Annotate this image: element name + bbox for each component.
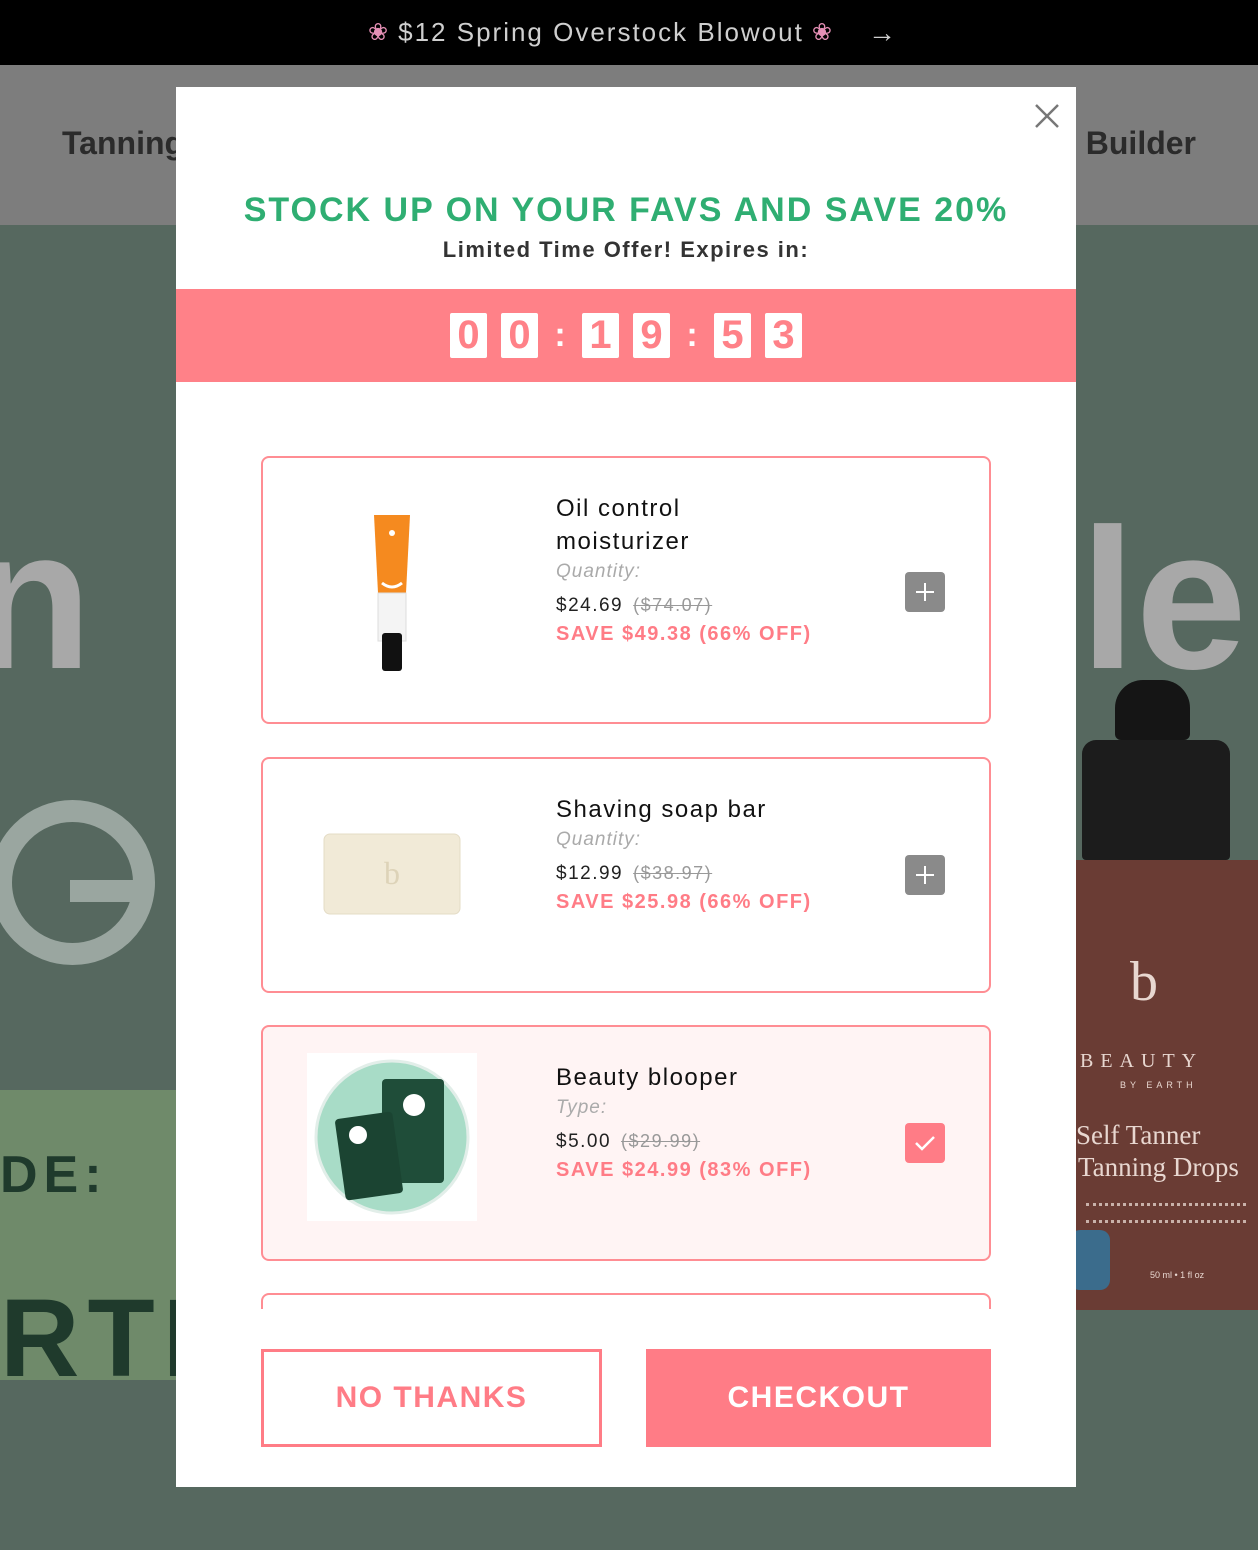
product-original-price: ($29.99) [621, 1131, 701, 1151]
product-original-price: ($74.07) [633, 595, 713, 615]
close-button[interactable] [1032, 101, 1062, 131]
product-savings: SAVE $25.98 (66% OFF) [556, 891, 812, 913]
product-name: Oil control moisturizer [556, 495, 690, 555]
timer-digit-minutes-tens: 1 [582, 313, 619, 358]
product-price: $12.99 [556, 863, 624, 884]
product-price-row: $24.69 ($74.07) [556, 595, 816, 617]
moisturizer-tube-icon [374, 515, 410, 671]
svg-text:b: b [384, 855, 400, 891]
product-price-row: $12.99 ($38.97) [556, 863, 816, 885]
timer-digit-seconds-tens: 5 [714, 313, 751, 358]
product-image-soap-bar: b [307, 799, 477, 949]
nav-item-tanning[interactable]: Tanning [62, 125, 184, 162]
modal-subhead: Limited Time Offer! Expires in: [442, 237, 810, 262]
no-thanks-button[interactable]: NO THANKS [261, 1349, 602, 1447]
product-image-beauty-blooper [307, 1053, 477, 1221]
product-image-moisturizer [307, 488, 477, 698]
hero-text-rti: RTI [0, 1277, 202, 1400]
timer-digit-minutes-ones: 9 [633, 313, 670, 358]
product-savings: SAVE $49.38 (66% OFF) [556, 623, 812, 645]
modal-headline: STOCK UP ON YOUR FAVS AND SAVE 20% [243, 191, 1009, 229]
timer-digit-seconds-ones: 3 [765, 313, 802, 358]
selected-product-checkbox[interactable] [905, 1123, 945, 1163]
product-type-label: Type: [556, 1097, 608, 1118]
checkout-button[interactable]: CHECKOUT [646, 1349, 991, 1447]
bottle-brand: BEAUTY [1080, 1050, 1204, 1072]
bottle-brand-sub: BY EARTH [1120, 1080, 1197, 1090]
bottle-badge [1070, 1230, 1110, 1290]
g-logo-bar [70, 880, 140, 902]
product-info: Shaving soap bar Quantity: $12.99 ($38.97… [556, 793, 816, 917]
product-info: Beauty blooper Type: $5.00 ($29.99) SAVE … [556, 1061, 816, 1185]
hero-text-de: DE: [0, 1146, 108, 1204]
product-name: Beauty blooper [556, 1064, 739, 1091]
soap-bar-icon: b [323, 833, 461, 915]
close-icon[interactable] [1034, 103, 1060, 129]
announcement-text[interactable]: $12 Spring Overstock Blowout [398, 17, 804, 48]
bottle-dropper-cap [1115, 680, 1190, 740]
product-original-price: ($38.97) [633, 863, 713, 883]
product-card-beauty-blooper[interactable]: Beauty blooper Type: $5.00 ($29.99) SAVE … [261, 1025, 991, 1261]
nav-item-builder[interactable]: Builder [1086, 125, 1196, 162]
bottle-neck [1082, 740, 1230, 860]
blooper-bags-icon [314, 1059, 470, 1215]
bottle-subtext [1086, 1203, 1246, 1223]
product-quantity-label: Quantity: [556, 561, 642, 582]
upsell-modal: STOCK UP ON YOUR FAVS AND SAVE 20% Limit… [176, 87, 1076, 1487]
brand-logo: b [1130, 951, 1158, 1013]
product-card-shaving-soap-bar[interactable]: b Shaving soap bar Quantity: $12.99 ($38.… [261, 757, 991, 993]
product-price-row: $5.00 ($29.99) [556, 1131, 816, 1153]
bottle-volume: 50 ml • 1 fl oz [1150, 1270, 1205, 1280]
plus-icon [916, 583, 934, 601]
timer-separator: : [686, 316, 698, 354]
bottle-name-line2: Tanning Drops [1078, 1152, 1239, 1182]
plus-icon [916, 866, 934, 884]
product-info: Oil control moisturizer Quantity: $24.69… [556, 492, 816, 649]
product-price: $24.69 [556, 595, 624, 616]
product-card-next[interactable] [261, 1293, 991, 1309]
product-quantity-label: Quantity: [556, 829, 642, 850]
bottle-name-line1: Self Tanner [1076, 1120, 1201, 1150]
announcement-bar[interactable]: ❀ $12 Spring Overstock Blowout ❀ → [0, 0, 1258, 65]
timer-digit-hours-ones: 0 [501, 313, 538, 358]
add-product-button[interactable] [905, 855, 945, 895]
add-product-button[interactable] [905, 572, 945, 612]
flower-icon: ❀ [368, 19, 391, 46]
countdown-timer: 0 0 : 1 9 : 5 3 [176, 289, 1076, 382]
product-price: $5.00 [556, 1131, 612, 1152]
timer-separator: : [554, 316, 566, 354]
product-name: Shaving soap bar [556, 796, 767, 823]
timer-digit-hours-tens: 0 [450, 313, 487, 358]
arrow-right-icon[interactable]: → [868, 17, 898, 49]
product-card-oil-control-moisturizer[interactable]: Oil control moisturizer Quantity: $24.69… [261, 456, 991, 724]
product-savings: SAVE $24.99 (83% OFF) [556, 1159, 812, 1181]
checkmark-icon [915, 1136, 935, 1151]
flower-icon: ❀ [811, 19, 834, 46]
hero-text-n: n [0, 488, 93, 711]
